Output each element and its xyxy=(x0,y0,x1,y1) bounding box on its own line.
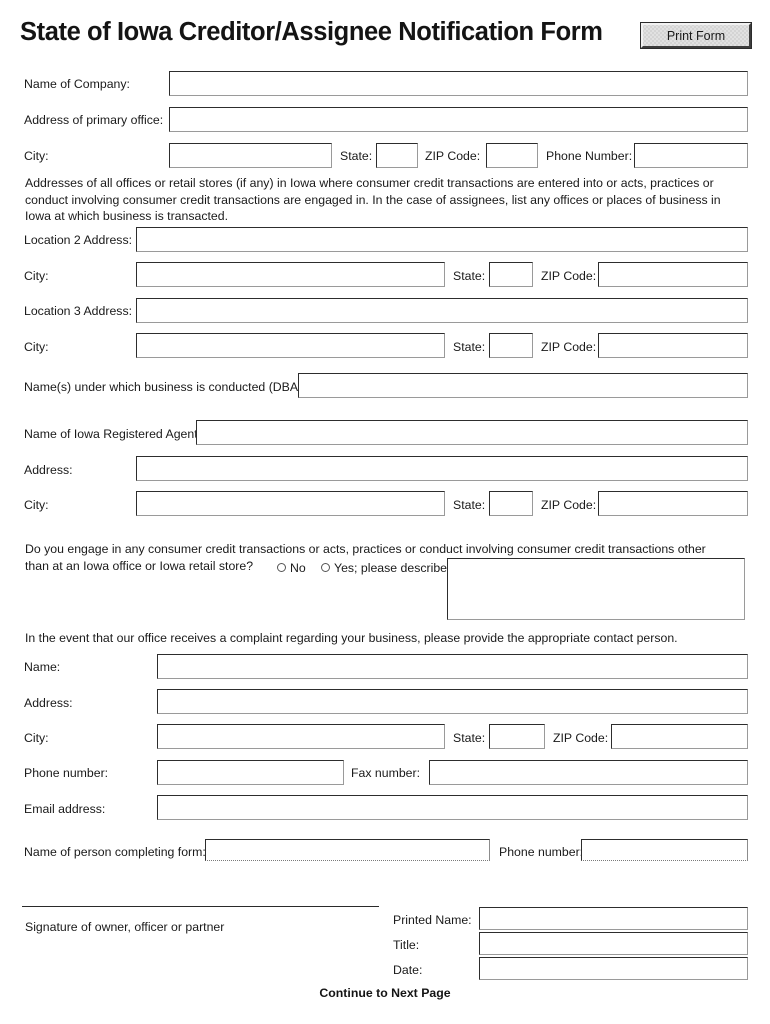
label-completer-phone: Phone number: xyxy=(499,845,584,859)
label-location3-address: Location 3 Address: xyxy=(24,304,133,318)
company-city-input[interactable] xyxy=(169,143,332,168)
label-engage-no: No xyxy=(290,561,306,575)
label-company-city: City: xyxy=(24,149,49,163)
dba-input[interactable] xyxy=(298,373,748,398)
name-of-company-input[interactable] xyxy=(169,71,748,96)
label-engage-yes: Yes; please describe xyxy=(334,561,448,575)
locations-instructions: Addresses of all offices or retail store… xyxy=(25,176,721,223)
label-location2-state: State: xyxy=(453,269,486,283)
location3-state-input[interactable] xyxy=(489,333,533,358)
label-agent-state: State: xyxy=(453,498,486,512)
label-registered-agent-name: Name of Iowa Registered Agent: xyxy=(24,427,202,441)
registered-agent-name-input[interactable] xyxy=(196,420,748,445)
signature-caption: Signature of owner, officer or partner xyxy=(25,920,225,934)
label-contact-name: Name: xyxy=(24,660,61,674)
label-agent-address: Address: xyxy=(24,463,73,477)
engage-describe-textarea[interactable] xyxy=(447,558,745,620)
label-contact-email: Email address: xyxy=(24,802,106,816)
agent-address-input[interactable] xyxy=(136,456,748,481)
label-location2-zip: ZIP Code: xyxy=(541,269,597,283)
location3-city-input[interactable] xyxy=(136,333,445,358)
address-primary-office-input[interactable] xyxy=(169,107,748,132)
company-phone-input[interactable] xyxy=(634,143,748,168)
continue-note: Continue to Next Page xyxy=(319,986,451,1000)
print-form-button[interactable]: Print Form xyxy=(640,22,752,49)
contact-city-input[interactable] xyxy=(157,724,445,749)
location2-address-input[interactable] xyxy=(136,227,748,252)
label-contact-phone: Phone number: xyxy=(24,766,109,780)
signature-date-input[interactable] xyxy=(479,957,748,980)
contact-name-input[interactable] xyxy=(157,654,748,679)
label-contact-city: City: xyxy=(24,731,49,745)
company-state-input[interactable] xyxy=(376,143,418,168)
agent-city-input[interactable] xyxy=(136,491,445,516)
location2-zip-input[interactable] xyxy=(598,262,748,287)
form-page: State of Iowa Creditor/Assignee Notifica… xyxy=(0,0,770,1024)
location2-state-input[interactable] xyxy=(489,262,533,287)
label-printed-name: Printed Name: xyxy=(393,913,472,927)
page-title: State of Iowa Creditor/Assignee Notifica… xyxy=(20,18,603,46)
label-company-zip: ZIP Code: xyxy=(425,149,481,163)
label-contact-fax: Fax number: xyxy=(351,766,421,780)
contact-email-input[interactable] xyxy=(157,795,748,820)
agent-state-input[interactable] xyxy=(489,491,533,516)
label-location2-address: Location 2 Address: xyxy=(24,233,133,247)
company-zip-input[interactable] xyxy=(486,143,538,168)
engage-question-line2: than at an Iowa office or Iowa retail st… xyxy=(25,559,254,573)
location3-address-input[interactable] xyxy=(136,298,748,323)
label-contact-address: Address: xyxy=(24,696,73,710)
contact-address-input[interactable] xyxy=(157,689,748,714)
printed-name-input[interactable] xyxy=(479,907,748,930)
label-contact-state: State: xyxy=(453,731,486,745)
label-location3-zip: ZIP Code: xyxy=(541,340,597,354)
signature-title-input[interactable] xyxy=(479,932,748,955)
radio-engage-yes[interactable] xyxy=(321,563,330,572)
label-dba: Name(s) under which business is conducte… xyxy=(24,380,312,394)
location3-zip-input[interactable] xyxy=(598,333,748,358)
completer-phone-input[interactable] xyxy=(581,839,748,861)
label-name-of-company: Name of Company: xyxy=(24,77,130,91)
label-contact-zip: ZIP Code: xyxy=(553,731,609,745)
label-agent-city: City: xyxy=(24,498,49,512)
complaint-intro: In the event that our office receives a … xyxy=(25,631,678,645)
radio-engage-no[interactable] xyxy=(277,563,286,572)
label-address-primary-office: Address of primary office: xyxy=(24,113,164,127)
contact-fax-input[interactable] xyxy=(429,760,748,785)
label-completer-name: Name of person completing form: xyxy=(24,845,206,859)
label-location2-city: City: xyxy=(24,269,49,283)
contact-phone-input[interactable] xyxy=(157,760,344,785)
label-company-phone: Phone Number: xyxy=(546,149,633,163)
contact-zip-input[interactable] xyxy=(611,724,748,749)
engage-question-line1: Do you engage in any consumer credit tra… xyxy=(25,542,706,556)
signature-line xyxy=(22,906,379,907)
label-location3-city: City: xyxy=(24,340,49,354)
label-signature-title: Title: xyxy=(393,938,420,952)
contact-state-input[interactable] xyxy=(489,724,545,749)
label-signature-date: Date: xyxy=(393,963,423,977)
label-agent-zip: ZIP Code: xyxy=(541,498,597,512)
completer-name-input[interactable] xyxy=(205,839,490,861)
label-location3-state: State: xyxy=(453,340,486,354)
location2-city-input[interactable] xyxy=(136,262,445,287)
label-company-state: State: xyxy=(340,149,373,163)
agent-zip-input[interactable] xyxy=(598,491,748,516)
